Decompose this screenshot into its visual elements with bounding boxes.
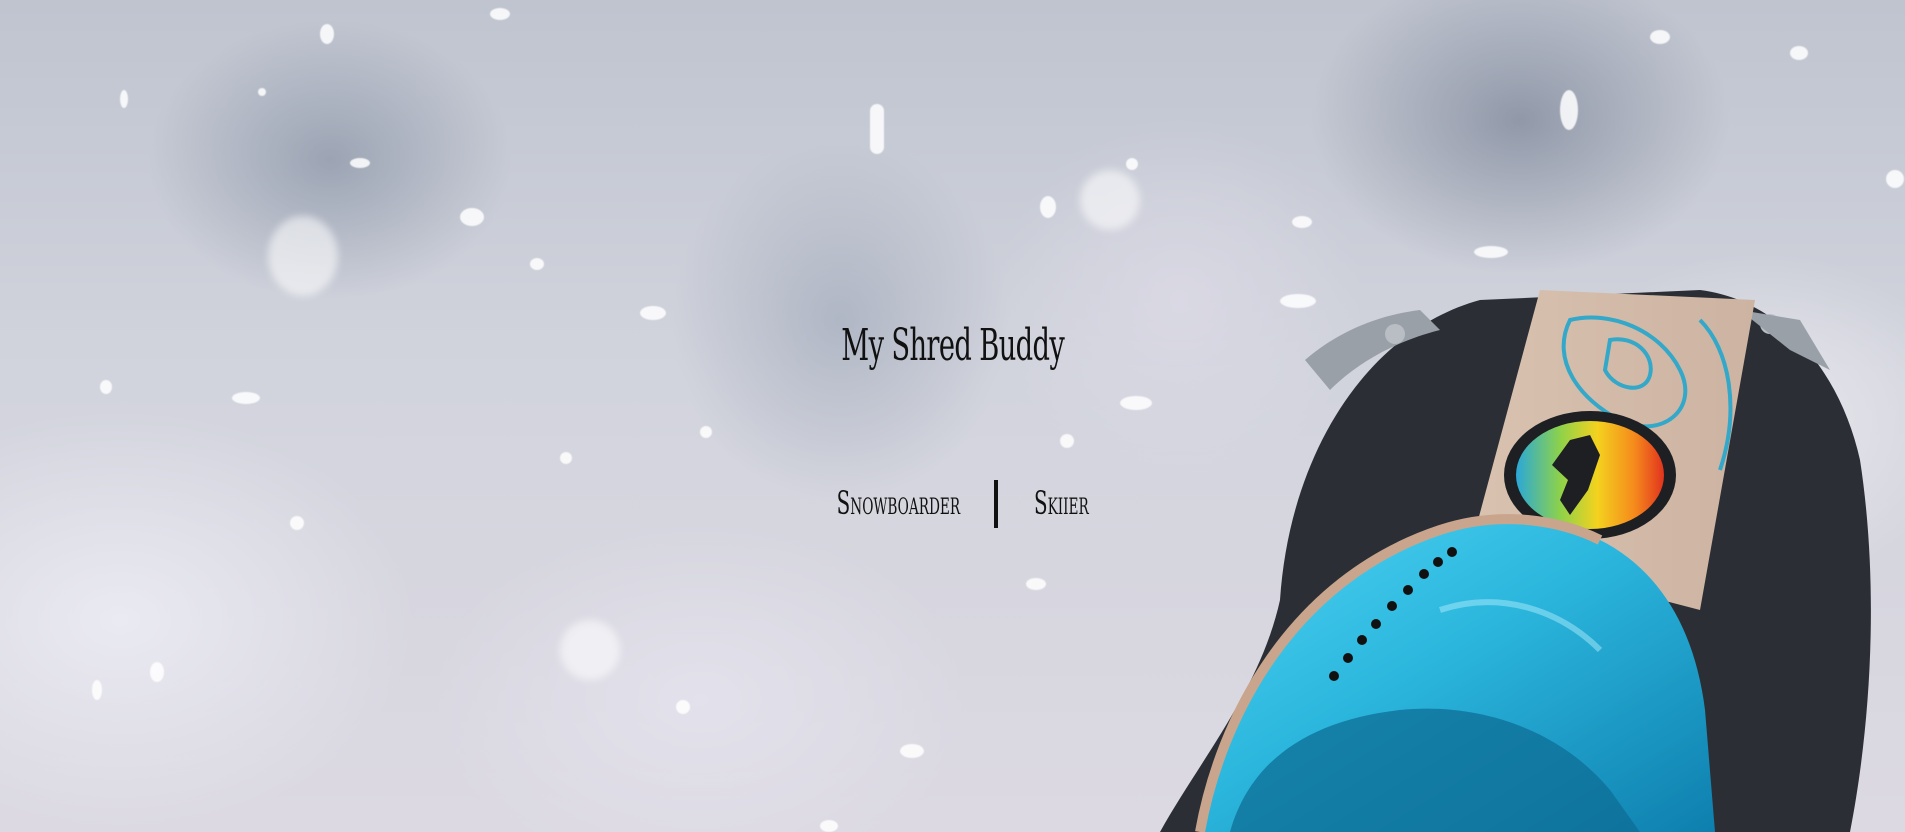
snowflake (820, 820, 838, 832)
snowflake (530, 258, 544, 270)
snowflake (900, 744, 924, 758)
snowflake (700, 426, 712, 438)
snowflake (1080, 170, 1140, 230)
snowflake (1126, 158, 1138, 170)
snowflake (676, 700, 690, 714)
snowflake (640, 306, 666, 320)
snowflake (92, 680, 102, 700)
snowflake (490, 8, 510, 20)
snowflake (1060, 434, 1074, 448)
snowflake (1886, 170, 1904, 188)
snowflake (232, 392, 260, 404)
snowflake (560, 452, 572, 464)
snowflake (870, 104, 884, 154)
page-title: My Shred Buddy (841, 320, 1065, 371)
snowflake (320, 24, 334, 44)
snowflake (150, 662, 164, 682)
snowflake (350, 158, 370, 168)
snowflake (1650, 30, 1670, 44)
snowflake (258, 88, 266, 96)
snowflake (100, 380, 112, 394)
snowflake (1790, 46, 1808, 60)
snowflake (560, 620, 620, 680)
role-divider (994, 480, 998, 528)
skiier-link[interactable]: Skiier (1034, 484, 1089, 522)
snowflake (1474, 246, 1508, 258)
snowflake (1560, 90, 1578, 130)
role-selector: Snowboarder Skiier (0, 478, 1905, 534)
goggles-photo (1160, 290, 1871, 832)
snowflake (460, 208, 484, 226)
snowflake (1292, 216, 1312, 228)
snowflake (1026, 578, 1046, 590)
snowboarder-link[interactable]: Snowboarder (837, 484, 960, 522)
hero-background: My Shred Buddy Snowboarder Skiier (0, 0, 1905, 832)
snowflake (1040, 196, 1056, 218)
snowflake (120, 90, 128, 108)
snowflake (268, 216, 338, 296)
